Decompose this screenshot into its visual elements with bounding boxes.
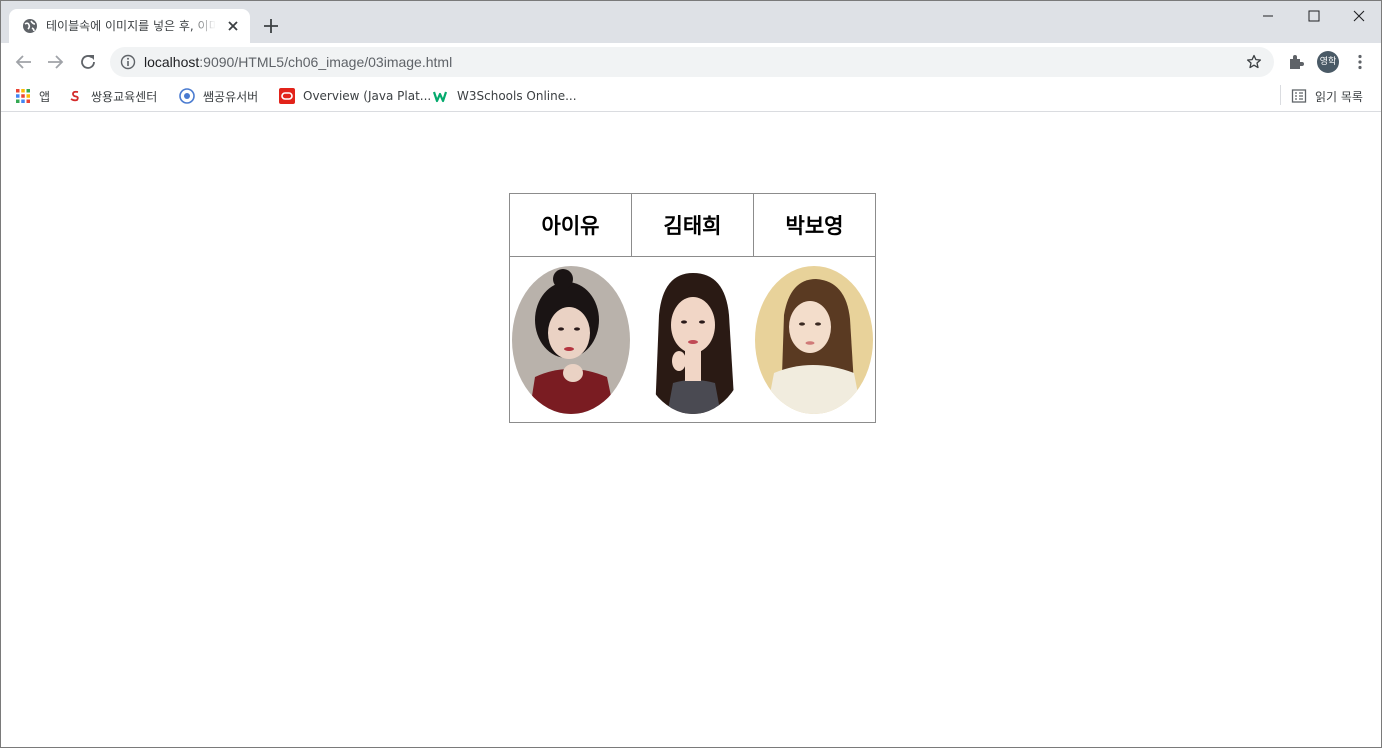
header-cell: 아이유 (509, 193, 632, 257)
oracle-icon (279, 88, 295, 104)
bookmark-apps[interactable]: 앱 (15, 86, 50, 106)
new-tab-icon[interactable] (261, 16, 281, 36)
bookmark-label: W3Schools Online... (457, 89, 577, 103)
portrait-image-iu (511, 265, 630, 414)
url-path: :9090/HTML5/ch06_image/03image.html (199, 54, 453, 70)
bookmark-label: 쌤공유서버 (203, 89, 259, 104)
more-vert-icon[interactable] (1351, 53, 1369, 71)
reading-list-icon (1291, 89, 1307, 103)
header-cell: 박보영 (753, 193, 876, 257)
ssangyong-logo-icon (70, 90, 79, 102)
tab-strip: 테이블속에 이미지를 넣은 후, 이미지 모양을 바꾸기 (1, 1, 1381, 43)
window-close-icon[interactable] (1336, 1, 1382, 31)
bookmarks-bar: 앱 쌍용교육센터 쌤공유서버 Overview (Java Plat... W3… (1, 80, 1381, 112)
apps-grid-icon (16, 89, 30, 103)
image-cell (753, 256, 876, 423)
share-server-icon (179, 88, 195, 104)
globe-icon (23, 19, 37, 33)
active-tab[interactable]: 테이블속에 이미지를 넣은 후, 이미지 모양을 바꾸기 (9, 9, 250, 43)
image-cell (631, 256, 754, 423)
bookmark-java-overview[interactable]: Overview (Java Plat... (279, 86, 431, 106)
w3schools-icon (433, 91, 448, 103)
portrait-image-parkboyoung (755, 265, 874, 414)
header-cell: 김태희 (631, 193, 754, 257)
image-cell (509, 256, 632, 423)
bookmark-star-icon[interactable] (1246, 54, 1262, 70)
tab-title: 테이블속에 이미지를 넣은 후, 이미지 모양을 바꾸기 (46, 19, 216, 33)
celebrity-table: 아이유 김태희 박보영 (509, 193, 876, 423)
site-info-icon[interactable] (120, 54, 136, 70)
bookmark-ssangyong[interactable]: 쌍용교육센터 (67, 86, 157, 106)
reading-list-label: 읽기 목록 (1315, 89, 1363, 104)
portrait-image-kimtaehee (637, 265, 748, 414)
bookmark-label: 쌍용교육센터 (91, 89, 158, 104)
url-host: localhost (144, 54, 200, 70)
reading-list-button[interactable]: 읽기 목록 (1291, 86, 1363, 106)
close-tab-icon[interactable] (224, 17, 242, 35)
bookmarks-divider (1280, 85, 1281, 105)
extensions-puzzle-icon[interactable] (1287, 53, 1305, 71)
url-text[interactable]: localhost:9090/HTML5/ch06_image/03image.… (144, 53, 452, 71)
reload-icon[interactable] (77, 51, 99, 73)
browser-toolbar: localhost:9090/HTML5/ch06_image/03image.… (1, 43, 1381, 80)
bookmark-label: Overview (Java Plat... (303, 89, 432, 103)
maximize-icon[interactable] (1291, 1, 1337, 31)
back-arrow-icon[interactable] (13, 51, 35, 73)
profile-avatar[interactable]: 영학 (1317, 51, 1339, 73)
minimize-icon[interactable] (1245, 1, 1291, 31)
page-content: 아이유 김태희 박보영 (1, 113, 1381, 747)
address-bar[interactable]: localhost:9090/HTML5/ch06_image/03image.… (110, 47, 1274, 77)
bookmark-label: 앱 (39, 89, 51, 104)
bookmark-w3schools[interactable]: W3Schools Online... (433, 86, 577, 106)
table-image-row (509, 256, 876, 423)
bookmark-share-server[interactable]: 쌤공유서버 (179, 86, 258, 106)
table-header-row: 아이유 김태희 박보영 (509, 193, 876, 257)
forward-arrow-icon[interactable] (44, 51, 66, 73)
